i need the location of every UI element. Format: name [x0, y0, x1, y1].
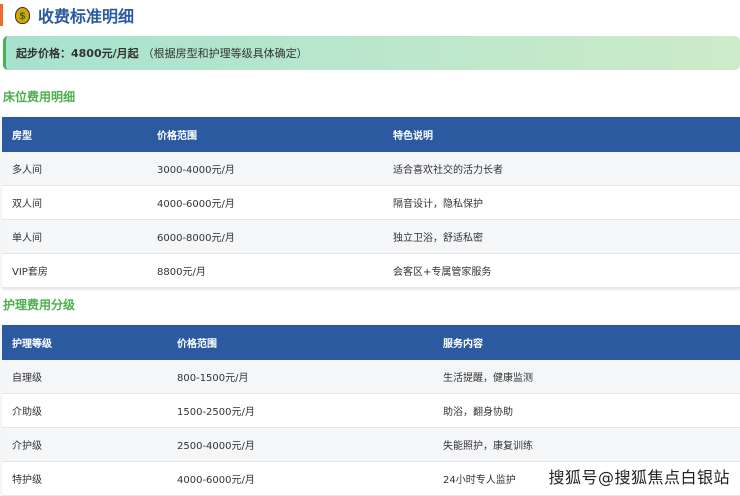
page-title: $ 收费标准明细 — [0, 4, 134, 26]
table-cell: 2500-4000元/月 — [167, 427, 433, 462]
table-row: VIP套房 8800元/月 会客区+专属管家服务 — [2, 253, 740, 288]
column-header: 特色说明 — [383, 117, 740, 152]
table-cell: 失能照护，康复训练 — [433, 427, 740, 462]
care-section-heading: 护理费用分级 — [3, 298, 76, 312]
table-cell: 1500-2500元/月 — [167, 393, 433, 428]
table-cell: 单人间 — [2, 219, 147, 254]
table-cell: 8800元/月 — [147, 253, 383, 288]
column-header: 价格范围 — [167, 325, 433, 360]
table-cell: VIP套房 — [2, 253, 147, 288]
column-header: 服务内容 — [433, 325, 740, 360]
table-row: 多人间 3000-4000元/月 适合喜欢社交的活力长者 — [2, 152, 740, 186]
table-row: 介助级 1500-2500元/月 助浴，翻身协助 — [2, 393, 740, 428]
table-cell: 双人间 — [2, 185, 147, 220]
table-cell: 介护级 — [2, 427, 167, 462]
table-cell: 800-1500元/月 — [167, 360, 433, 394]
table-cell: 助浴，翻身协助 — [433, 393, 740, 428]
bed-fee-table: 房型 价格范围 特色说明 多人间 3000-4000元/月 适合喜欢社交的活力长者双… — [2, 117, 740, 288]
column-header: 护理等级 — [2, 325, 167, 360]
table-cell: 介助级 — [2, 393, 167, 428]
table-cell: 适合喜欢社交的活力长者 — [383, 152, 740, 186]
money-bag-icon: $ — [15, 6, 30, 24]
bed-section-heading: 床位费用明细 — [3, 90, 76, 104]
price-note: （根据房型和护理等级具体确定） — [142, 47, 308, 60]
table-row: 双人间 4000-6000元/月 隔音设计，隐私保护 — [2, 185, 740, 220]
column-header: 房型 — [2, 117, 147, 152]
table-cell: 3000-4000元/月 — [147, 152, 383, 186]
table-row: 单人间 6000-8000元/月 独立卫浴，舒适私密 — [2, 219, 740, 254]
starting-price-banner: 起步价格：4800元/月起 （根据房型和护理等级具体确定） — [3, 36, 740, 70]
table-cell: 特护级 — [2, 461, 167, 496]
table-row: 自理级 800-1500元/月 生活提醒，健康监测 — [2, 360, 740, 394]
starting-price: 起步价格：4800元/月起 — [16, 47, 139, 60]
table-cell: 4000-6000元/月 — [147, 185, 383, 220]
table-cell: 4000-6000元/月 — [167, 461, 433, 496]
table-cell: 会客区+专属管家服务 — [383, 253, 740, 288]
table-cell: 6000-8000元/月 — [147, 219, 383, 254]
watermark: 搜狐号@搜狐焦点白银站 — [548, 468, 730, 487]
table-cell: 生活提醒，健康监测 — [433, 360, 740, 394]
table-cell: 多人间 — [2, 152, 147, 186]
table-cell: 隔音设计，隐私保护 — [383, 185, 740, 220]
table-cell: 自理级 — [2, 360, 167, 394]
column-header: 价格范围 — [147, 117, 383, 152]
page-title-text: 收费标准明细 — [38, 7, 135, 26]
table-row: 介护级 2500-4000元/月 失能照护，康复训练 — [2, 427, 740, 462]
table-cell: 独立卫浴，舒适私密 — [383, 219, 740, 254]
